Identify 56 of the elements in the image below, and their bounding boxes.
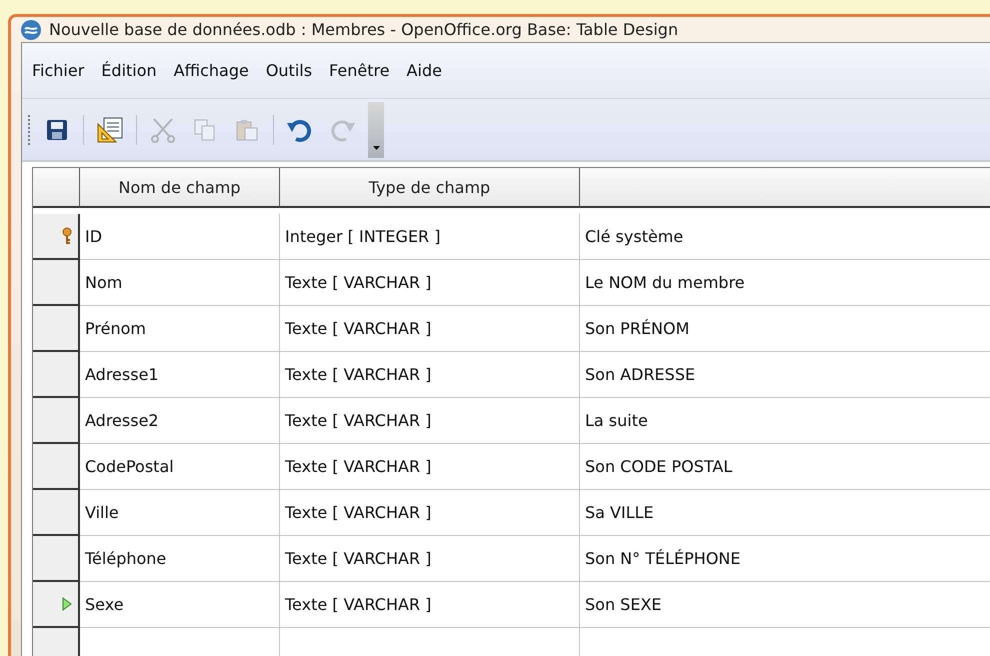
row-header[interactable]	[33, 582, 80, 628]
row-header[interactable]	[33, 306, 80, 352]
row-header[interactable]	[33, 214, 80, 260]
table-cell: Sexe	[80, 582, 280, 628]
table-cell: Le NOM du membre	[580, 260, 990, 306]
table-cell: CodePostal	[80, 444, 280, 490]
menu-item[interactable]: Édition	[101, 61, 157, 80]
table-cell: ID	[80, 214, 280, 260]
menu-item[interactable]: Affichage	[174, 61, 249, 80]
table-cell: Integer [ INTEGER ]	[280, 214, 580, 260]
row-header[interactable]	[33, 536, 80, 582]
menu-item[interactable]: Outils	[266, 61, 312, 80]
menu-item[interactable]: Aide	[406, 61, 442, 80]
table-cell: Texte [ VARCHAR ]	[280, 398, 580, 444]
row-header[interactable]	[33, 260, 80, 306]
table-cell: Nom	[80, 260, 280, 306]
table-cell: Adresse1	[80, 352, 280, 398]
menu-item[interactable]: Fenêtre	[329, 61, 390, 80]
table-cell: Clé système	[580, 214, 990, 260]
table-cell: Son CODE POSTAL	[580, 444, 990, 490]
table-cell: Texte [ VARCHAR ]	[280, 306, 580, 352]
row-header[interactable]	[33, 352, 80, 398]
table-cell: Texte [ VARCHAR ]	[280, 582, 580, 628]
table-cell: Texte [ VARCHAR ]	[280, 260, 580, 306]
table-cell: Texte [ VARCHAR ]	[280, 352, 580, 398]
corner-header[interactable]	[33, 168, 80, 208]
table-cell: Texte [ VARCHAR ]	[280, 444, 580, 490]
paste-icon	[235, 118, 259, 142]
row-header[interactable]	[33, 490, 80, 536]
copy-icon	[193, 118, 217, 142]
table-cell: La suite	[580, 398, 990, 444]
key-icon	[62, 227, 72, 245]
column-header[interactable]: Type de champ	[280, 168, 580, 208]
table-cell: Prénom	[80, 306, 280, 352]
save-icon	[45, 118, 69, 142]
column-header[interactable]: Nom de champ	[80, 168, 280, 208]
column-header[interactable]	[580, 168, 990, 208]
table-cell: Sa VILLE	[580, 490, 990, 536]
table-cell: Son ADRESSE	[580, 352, 990, 398]
scissors-icon	[150, 116, 176, 142]
table-cell: Ville	[80, 490, 280, 536]
table-cell: Adresse2	[80, 398, 280, 444]
table-cell: Téléphone	[80, 536, 280, 582]
table-design-icon	[96, 116, 124, 144]
table-cell: Son SEXE	[580, 582, 990, 628]
current-row-icon	[62, 597, 72, 611]
caret-icon	[372, 146, 380, 150]
table-cell: Son N° TÉLÉPHONE	[580, 536, 990, 582]
row-header[interactable]	[33, 444, 80, 490]
window-title: Nouvelle base de données.odb : Membres - OpenOffice.org Base: Table Design	[49, 20, 678, 39]
menu-item[interactable]: Fichier	[32, 61, 84, 80]
app-logo-icon	[21, 20, 41, 40]
table-cell: Son PRÉNOM	[580, 306, 990, 352]
table-cell: Texte [ VARCHAR ]	[280, 490, 580, 536]
row-header[interactable]	[33, 398, 80, 444]
table-cell: Texte [ VARCHAR ]	[280, 536, 580, 582]
